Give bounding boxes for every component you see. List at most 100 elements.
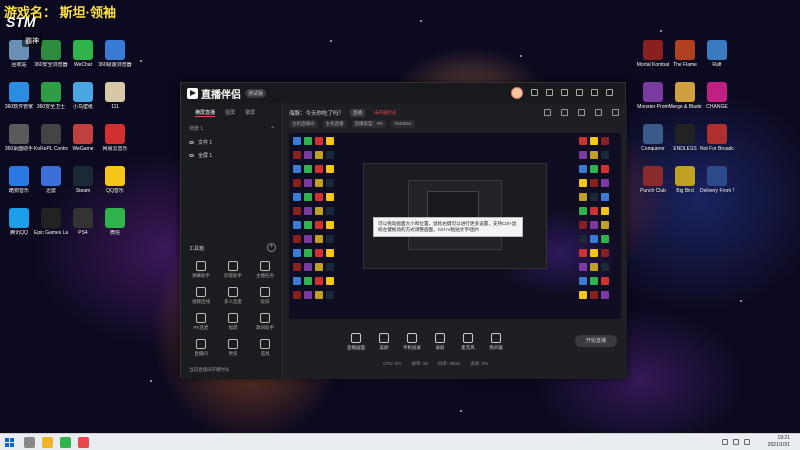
tool-item[interactable]: 直播间 bbox=[185, 339, 217, 357]
preview-mini-icon bbox=[293, 291, 301, 299]
lock-icon[interactable] bbox=[544, 109, 551, 116]
desktop-icon[interactable]: CHANGE bbox=[700, 82, 734, 118]
desktop-icon-label: ENDLESS bbox=[673, 146, 697, 152]
desktop-icon[interactable]: 迅雷 bbox=[34, 166, 68, 202]
share-icon[interactable] bbox=[561, 109, 568, 116]
desktop-icon-label: 微信 bbox=[109, 230, 120, 236]
wechat-taskbar-icon[interactable] bbox=[60, 437, 71, 448]
preview-mini-icon bbox=[293, 249, 301, 257]
desktop-icon[interactable]: Delivery From The Light bbox=[700, 166, 734, 202]
desktop-icon[interactable]: Epic Games Launcher bbox=[34, 208, 68, 244]
desktop-icon-label: Mortal Kombat bbox=[636, 62, 670, 68]
control-mic-button[interactable]: 麦克风 bbox=[453, 333, 483, 351]
desktop-icon[interactable]: 360桌面助手 bbox=[2, 124, 36, 160]
preview-mini-icon bbox=[326, 291, 334, 299]
minimize-icon[interactable] bbox=[576, 89, 583, 96]
desktop-icon[interactable]: Conqueror bbox=[636, 124, 670, 160]
control-screen-button[interactable]: 直播画面 bbox=[341, 333, 371, 351]
preview-mini-icon bbox=[315, 165, 323, 173]
preview-mini-icon bbox=[579, 193, 587, 201]
volume-icon[interactable] bbox=[733, 439, 739, 445]
start-button[interactable] bbox=[5, 438, 14, 447]
desktop-icon[interactable]: The Flame bbox=[668, 40, 702, 76]
add-scene-icon[interactable]: + bbox=[271, 125, 274, 132]
control-phone-button[interactable]: 手机投屏 bbox=[397, 333, 427, 351]
desktop-icon[interactable]: 360极速浏览器 bbox=[98, 40, 132, 76]
tool-item[interactable]: PK连麦 bbox=[185, 313, 217, 331]
scene-item[interactable]: 文件 1 bbox=[181, 136, 282, 149]
preview-mini-icon bbox=[293, 207, 301, 215]
tab-landscape[interactable]: 横屏直播 bbox=[195, 109, 216, 117]
tool-item[interactable]: 福袋 bbox=[217, 313, 249, 331]
tab-record[interactable]: 录屏 bbox=[245, 109, 255, 117]
sidebar: 横屏直播 竖屏 录屏 场景 1 + 文件 1 全屏 1 工具箱 + 弹幕助手 房管… bbox=[181, 103, 283, 379]
desktop-icon[interactable]: WeChat bbox=[66, 40, 100, 76]
control-beauty-button[interactable]: 美颜 bbox=[369, 333, 399, 351]
desktop-icon[interactable]: Steam bbox=[66, 166, 100, 202]
desktop-icon[interactable]: 360安全卫士 bbox=[34, 82, 68, 118]
tool-item[interactable]: 投屏 bbox=[249, 287, 281, 305]
preview-mini-icon bbox=[293, 235, 301, 243]
preview-mini-icon bbox=[304, 207, 312, 215]
desktop-icon[interactable]: 酷狗音乐 bbox=[2, 166, 36, 202]
add-tool-icon[interactable]: + bbox=[267, 243, 276, 252]
desktop-icon[interactable]: Raft bbox=[700, 40, 734, 76]
desktop-icon[interactable]: 腾讯QQ bbox=[2, 208, 36, 244]
maximize-icon[interactable] bbox=[591, 89, 598, 96]
tool-item[interactable]: 主播任务 bbox=[249, 261, 281, 279]
download-icon[interactable] bbox=[578, 109, 585, 116]
desktop-icon[interactable]: 微信 bbox=[98, 208, 132, 244]
desktop-icon[interactable]: 111 bbox=[98, 82, 132, 118]
tool-item[interactable]: 歌词助手 bbox=[249, 313, 281, 331]
scene-item[interactable]: 全屏 1 bbox=[181, 149, 282, 162]
control-speaker-button[interactable]: 扬声器 bbox=[481, 333, 511, 351]
desktop-icon[interactable]: Merge & Blade bbox=[668, 82, 702, 118]
desktop-icon[interactable]: Not For Broadcast bbox=[700, 124, 734, 160]
menu-icon[interactable] bbox=[561, 89, 568, 96]
clock[interactable]: 19:21 2021/10/1 bbox=[768, 435, 790, 449]
preview-mini-icon bbox=[590, 193, 598, 201]
desktop-icon[interactable]: Punch Club bbox=[636, 166, 670, 202]
desktop-icon[interactable]: 小鸟壁纸 bbox=[66, 82, 100, 118]
desktop-icon[interactable]: QQ音乐 bbox=[98, 166, 132, 202]
live-companion-taskbar-icon[interactable] bbox=[78, 437, 89, 448]
preview-mini-icon bbox=[326, 193, 334, 201]
search-icon[interactable] bbox=[24, 437, 35, 448]
tab-portrait[interactable]: 竖屏 bbox=[225, 109, 235, 117]
desktop-icon[interactable]: 网易云音乐 bbox=[98, 124, 132, 160]
eye-icon[interactable] bbox=[189, 141, 194, 144]
gift-icon[interactable] bbox=[595, 109, 602, 116]
more-icon[interactable] bbox=[612, 109, 619, 116]
close-icon[interactable] bbox=[606, 89, 613, 96]
preview-mini-icon bbox=[315, 277, 323, 285]
tool-item[interactable]: 更多 bbox=[217, 339, 249, 357]
tool-item[interactable]: 多人连麦 bbox=[217, 287, 249, 305]
toolbox-header: 工具箱 bbox=[189, 246, 205, 252]
ime-icon[interactable] bbox=[744, 439, 750, 445]
stream-tag[interactable]: 直播 bbox=[350, 109, 366, 117]
live-preview[interactable]: 可以拖动画面大小和位置，鼠标右键可以进行更多设置，支持Ctrl+鼠标左键拖动的方… bbox=[289, 133, 621, 319]
settings-icon[interactable] bbox=[531, 89, 538, 96]
avatar[interactable] bbox=[511, 87, 523, 99]
preview-mini-icon bbox=[326, 263, 334, 271]
desktop-icon[interactable]: 360软件管家 bbox=[2, 82, 36, 118]
desktop-icon[interactable]: Mortal Kombat bbox=[636, 40, 670, 76]
desktop-icon[interactable]: PS4 bbox=[66, 208, 100, 244]
tool-item[interactable]: 道具 bbox=[249, 339, 281, 357]
desktop-icon[interactable]: WeGame bbox=[66, 124, 100, 160]
desktop-icon[interactable]: KoRePL Control bbox=[34, 124, 68, 160]
tool-label: 道具 bbox=[260, 351, 270, 356]
desktop-icon[interactable]: Monster Prom bbox=[636, 82, 670, 118]
eye-icon[interactable] bbox=[189, 154, 194, 157]
tool-item[interactable]: 视频连线 bbox=[185, 287, 217, 305]
tool-item[interactable]: 弹幕助手 bbox=[185, 261, 217, 279]
tool-item[interactable]: 房管助手 bbox=[217, 261, 249, 279]
file-explorer-icon[interactable] bbox=[42, 437, 53, 448]
app-icon bbox=[41, 166, 61, 186]
go-live-button[interactable]: 开始直播 bbox=[575, 335, 617, 347]
desktop-icon[interactable]: ENDLESS bbox=[668, 124, 702, 160]
desktop-icon[interactable]: Big Bird bbox=[668, 166, 702, 202]
network-icon[interactable] bbox=[722, 439, 728, 445]
control-record-button[interactable]: 录屏 bbox=[425, 333, 455, 351]
message-icon[interactable] bbox=[546, 89, 553, 96]
